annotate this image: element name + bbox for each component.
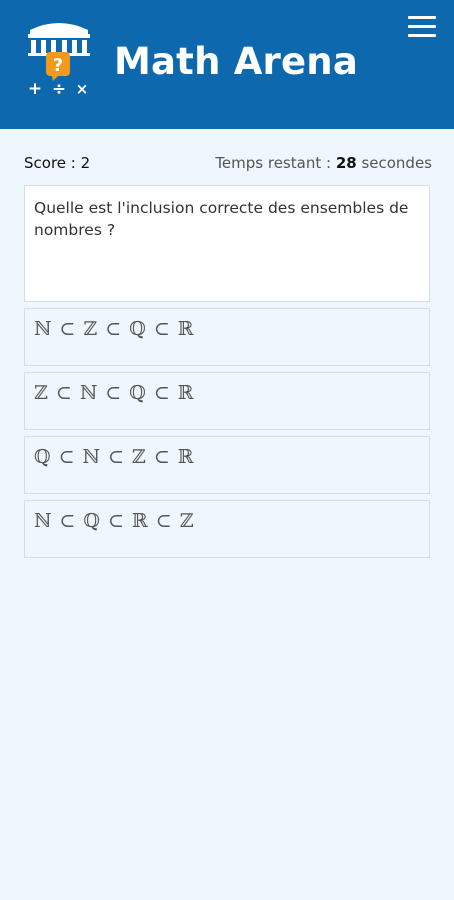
app-header: ? + ÷ × Math Arena	[0, 0, 454, 129]
logo-divide: ÷	[52, 79, 66, 98]
timer-suffix: secondes	[356, 154, 432, 172]
answer-option-4[interactable]: ℕ ⊂ ℚ ⊂ ℝ ⊂ ℤ	[24, 500, 430, 558]
answer-option-3[interactable]: ℚ ⊂ ℕ ⊂ ℤ ⊂ ℝ	[24, 436, 430, 494]
question-text: Quelle est l'inclusion correcte des ense…	[34, 199, 409, 239]
logo-question-mark: ?	[53, 55, 63, 76]
colosseum-logo-icon: ? + ÷ ×	[28, 23, 90, 99]
logo-plus: +	[28, 79, 42, 98]
hamburger-menu-icon[interactable]	[406, 14, 438, 40]
app-title: Math Arena	[114, 40, 358, 83]
timer-label: Temps restant : 28 secondes	[215, 154, 432, 172]
answer-label: ℕ ⊂ ℚ ⊂ ℝ ⊂ ℤ	[34, 510, 195, 532]
timer-prefix: Temps restant :	[215, 154, 336, 172]
answer-option-1[interactable]: ℕ ⊂ ℤ ⊂ ℚ ⊂ ℝ	[24, 308, 430, 366]
logo-times: ×	[76, 80, 89, 98]
app-logo: ? + ÷ ×	[22, 18, 96, 99]
answer-option-2[interactable]: ℤ ⊂ ℕ ⊂ ℚ ⊂ ℝ	[24, 372, 430, 430]
score-label: Score : 2	[24, 154, 91, 172]
answer-label: ℤ ⊂ ℕ ⊂ ℚ ⊂ ℝ	[34, 382, 195, 404]
status-bar: Score : 2 Temps restant : 28 secondes	[24, 152, 432, 174]
answer-label: ℚ ⊂ ℕ ⊂ ℤ ⊂ ℝ	[34, 446, 195, 468]
question-card: Quelle est l'inclusion correcte des ense…	[24, 185, 430, 302]
timer-value: 28	[335, 154, 357, 172]
answer-label: ℕ ⊂ ℤ ⊂ ℚ ⊂ ℝ	[34, 318, 195, 340]
